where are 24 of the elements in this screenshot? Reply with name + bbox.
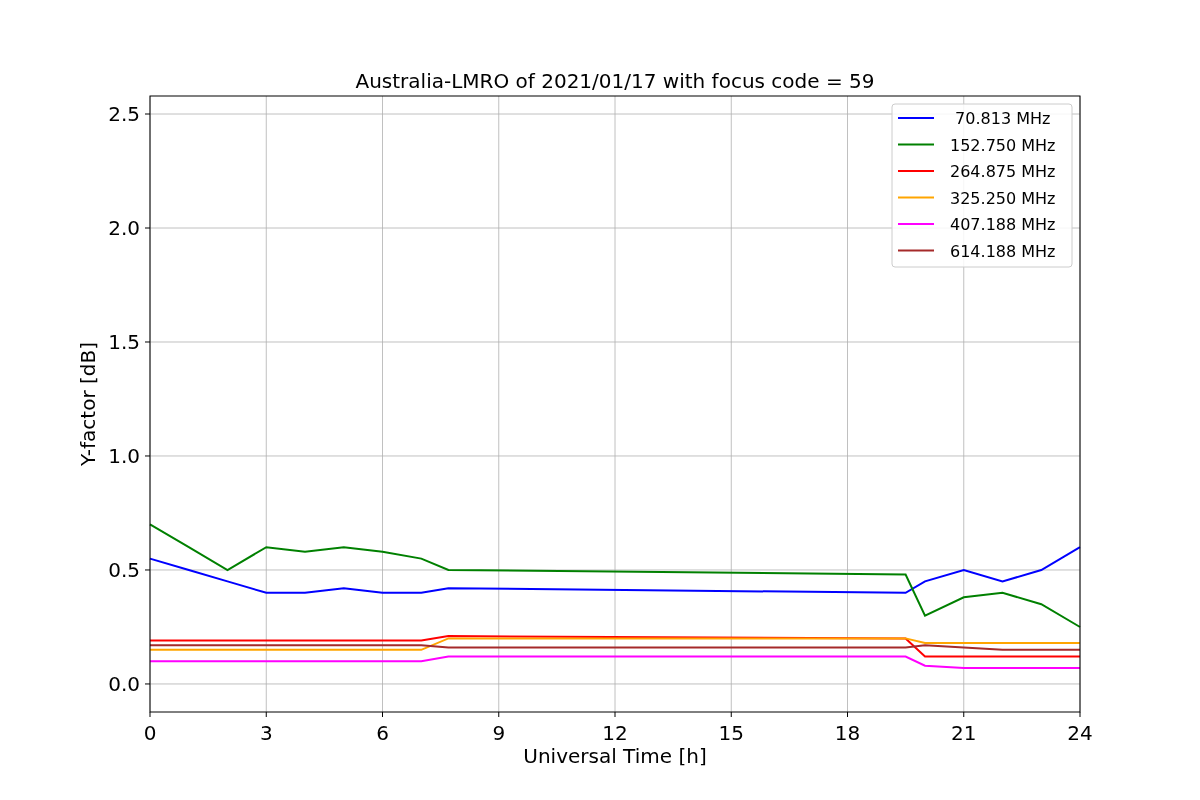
legend-label: 70.813 MHz	[955, 109, 1051, 128]
legend-label: 325.250 MHz	[950, 188, 1056, 208]
x-axis-label: Universal Time [h]	[523, 744, 707, 768]
y-tick-label: 0.5	[108, 557, 140, 582]
legend-label: 264.875 MHz	[950, 162, 1056, 181]
y-tick-label: 1.0	[108, 444, 140, 468]
x-tick-label: 3	[259, 721, 273, 745]
chart-title: Australia-LMRO of 2021/01/17 with focus code = 59	[355, 69, 875, 93]
legend-label: 152.750 MHz	[950, 135, 1056, 155]
y-tick-label: 0.0	[108, 671, 140, 696]
x-tick-label: 9	[492, 721, 506, 745]
x-tick-label: 18	[834, 721, 861, 745]
y-tick-label: 2.0	[108, 216, 140, 240]
x-tick-label: 12	[602, 721, 628, 745]
y-tick-label: 1.5	[108, 330, 140, 354]
x-tick-label: 0	[143, 721, 157, 745]
x-tick-label: 21	[951, 721, 977, 745]
x-tick-label: 15	[718, 721, 744, 745]
legend-label: 614.188 MHz	[950, 241, 1056, 261]
y-axis-label: Y-factor [dB]	[76, 342, 100, 466]
x-tick-label: 6	[376, 721, 389, 745]
x-tick-label: 24	[1067, 721, 1093, 745]
legend-label: 407.188 MHz	[950, 215, 1056, 234]
y-tick-label: 2.5	[108, 102, 140, 126]
